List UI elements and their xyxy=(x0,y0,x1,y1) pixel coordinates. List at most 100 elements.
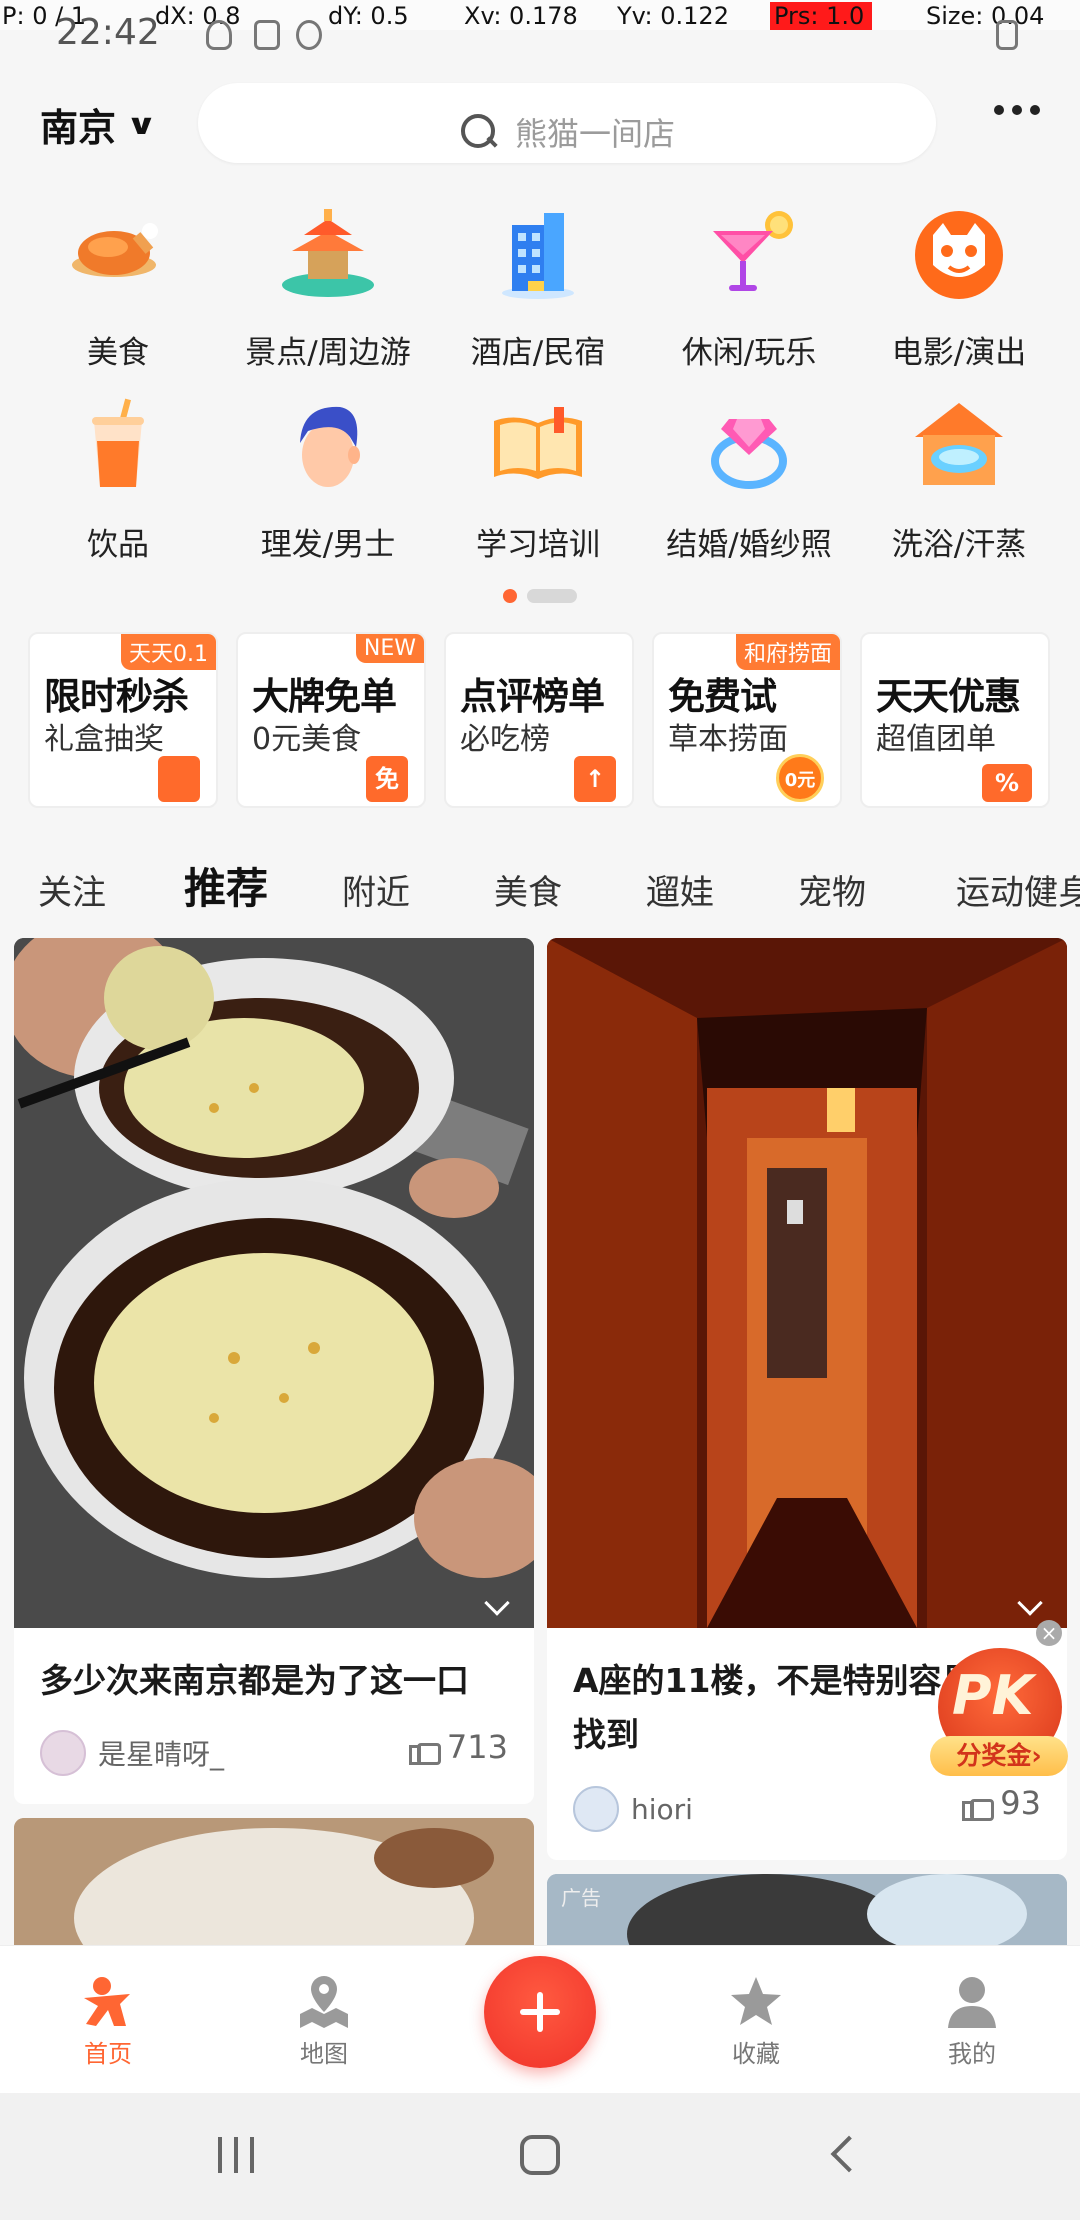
promo-free-order[interactable]: NEW 大牌免单 0元美食 免 xyxy=(236,632,426,808)
system-nav-bar xyxy=(0,2093,1080,2220)
category-scenic[interactable]: 景点/周边游 xyxy=(222,205,434,371)
pavilion-icon xyxy=(278,205,378,305)
pk-reward-float[interactable]: PK 分奖金› xyxy=(930,1648,1070,1778)
page-indicator xyxy=(0,585,1080,604)
category-movie[interactable]: 电影/演出 xyxy=(853,205,1065,371)
feed-card-title: 多少次来南京都是为了这一口 xyxy=(40,1661,469,1700)
promo-row: 天天0.1 限时秒杀 礼盒抽奖 NEW 大牌免单 0元美食 免 点评榜单 必吃榜… xyxy=(28,632,1058,810)
tab-kids[interactable]: 遛娃 xyxy=(646,865,714,914)
blocked-icon xyxy=(296,20,322,50)
avatar xyxy=(40,1730,86,1776)
promo-ranking[interactable]: 点评榜单 必吃榜 ↑ xyxy=(444,632,634,808)
category-study[interactable]: 学习培训 xyxy=(432,397,644,563)
star-icon xyxy=(728,1974,784,2030)
category-leisure[interactable]: 休闲/玩乐 xyxy=(643,205,855,371)
feed-card-author[interactable]: 是星晴呀_ xyxy=(40,1730,224,1776)
haircut-man-icon xyxy=(278,397,378,497)
nav-home[interactable]: 首页 xyxy=(38,1974,178,2069)
nav-map[interactable]: 地图 xyxy=(254,1974,394,2069)
feed-card-dessert[interactable]: 多少次来南京都是为了这一口 是星晴呀_ 713 xyxy=(14,938,534,1804)
feed-card-author[interactable]: hiori xyxy=(573,1786,693,1832)
category-hotel[interactable]: 酒店/民宿 xyxy=(432,205,644,371)
pk-reward-label: 分奖金› xyxy=(930,1736,1068,1776)
category-grid: 美食 景点/周边游 酒店/民宿 休闲/玩乐 电影/演出 饮品 理发/男士 学习培… xyxy=(0,205,1080,565)
notification-icon xyxy=(206,20,232,50)
more-dot-icon xyxy=(1012,105,1022,115)
nav-favorites[interactable]: 收藏 xyxy=(686,1974,826,2069)
red-envelope-icon xyxy=(158,756,200,802)
like-button[interactable]: 713 xyxy=(408,1728,508,1766)
tab-nearby[interactable]: 附近 xyxy=(342,865,410,914)
promo-tag: NEW xyxy=(355,634,424,663)
category-food[interactable]: 美食 xyxy=(12,205,224,371)
search-icon xyxy=(459,112,499,152)
promo-title: 免费试 xyxy=(668,675,777,718)
tab-pets[interactable]: 宠物 xyxy=(798,865,866,914)
tab-sports[interactable]: 运动健身 xyxy=(956,865,1080,914)
promo-subtitle: 必吃榜 xyxy=(460,722,550,757)
author-name: hiori xyxy=(631,1792,693,1826)
close-icon[interactable]: × xyxy=(1036,1620,1062,1646)
status-bar: 22:42 xyxy=(56,8,1036,58)
cat-face-icon xyxy=(909,205,1009,305)
hotel-building-icon xyxy=(488,205,588,305)
recents-icon[interactable] xyxy=(218,2137,258,2173)
category-label: 理发/男士 xyxy=(260,527,396,563)
like-button[interactable]: 93 xyxy=(962,1784,1041,1822)
nav-label: 我的 xyxy=(948,2040,996,2068)
tab-food[interactable]: 美食 xyxy=(494,865,562,914)
tab-follow[interactable]: 关注 xyxy=(38,865,106,914)
map-pin-icon xyxy=(296,1974,352,2030)
drink-cup-icon xyxy=(68,397,168,497)
category-label: 景点/周边游 xyxy=(245,335,411,371)
promo-subtitle: 0元美食 xyxy=(252,722,362,757)
nav-label: 收藏 xyxy=(732,2040,780,2068)
promo-flash-sale[interactable]: 天天0.1 限时秒杀 礼盒抽奖 xyxy=(28,632,218,808)
page-dot xyxy=(527,588,577,603)
category-label: 酒店/民宿 xyxy=(470,335,606,371)
category-label: 洗浴/汗蒸 xyxy=(891,527,1027,563)
category-label: 美食 xyxy=(87,335,149,371)
person-icon xyxy=(944,1974,1000,2030)
promo-title: 大牌免单 xyxy=(252,675,397,718)
home-icon[interactable] xyxy=(520,2135,560,2175)
promo-daily-deals[interactable]: 天天优惠 超值团单 % xyxy=(860,632,1050,808)
promo-tag: 天天0.1 xyxy=(121,634,216,670)
author-name: 是星晴呀_ xyxy=(98,1738,225,1771)
promo-subtitle: 礼盒抽奖 xyxy=(44,722,164,757)
back-icon[interactable] xyxy=(830,2135,868,2173)
city-selector[interactable]: 南京 ∨ xyxy=(40,97,157,152)
status-time: 22:42 xyxy=(56,12,160,53)
category-bath[interactable]: 洗浴/汗蒸 xyxy=(853,397,1065,563)
category-label: 电影/演出 xyxy=(891,335,1027,371)
header: 南京 ∨ 熊猫一间店 xyxy=(0,75,1080,167)
cocktail-icon xyxy=(699,205,799,305)
promo-title: 天天优惠 xyxy=(876,675,1021,718)
like-count: 713 xyxy=(446,1728,508,1766)
discount-icon: % xyxy=(982,764,1032,802)
nav-label: 首页 xyxy=(84,2040,132,2068)
more-dot-icon xyxy=(1030,105,1040,115)
zero-yuan-badge-icon: 0元 xyxy=(776,754,824,802)
feed-card-next[interactable] xyxy=(14,1818,534,1958)
category-wedding[interactable]: 结婚/婚纱照 xyxy=(643,397,855,563)
promo-free-trial[interactable]: 和府捞面 免费试 草本捞面 0元 xyxy=(652,632,842,808)
diamond-ring-icon xyxy=(699,397,799,497)
chevron-down-icon: ∨ xyxy=(125,108,158,141)
add-post-button[interactable] xyxy=(484,1956,596,2068)
promo-tag: 和府捞面 xyxy=(735,634,840,670)
category-drinks[interactable]: 饮品 xyxy=(12,397,224,563)
search-placeholder: 熊猫一间店 xyxy=(514,115,675,153)
category-label: 学习培训 xyxy=(476,527,600,563)
tab-recommend[interactable]: 推荐 xyxy=(184,855,269,920)
more-menu-button[interactable] xyxy=(994,105,1040,115)
promo-subtitle: 草本捞面 xyxy=(668,722,788,757)
roast-chicken-icon xyxy=(68,205,168,305)
home-person-icon xyxy=(80,1974,136,2030)
category-haircut[interactable]: 理发/男士 xyxy=(222,397,434,563)
search-bar[interactable]: 熊猫一间店 xyxy=(198,83,936,163)
like-count: 93 xyxy=(1000,1784,1041,1822)
more-dot-icon xyxy=(994,105,1004,115)
nav-profile[interactable]: 我的 xyxy=(902,1974,1042,2069)
free-badge-icon: 免 xyxy=(366,756,408,802)
